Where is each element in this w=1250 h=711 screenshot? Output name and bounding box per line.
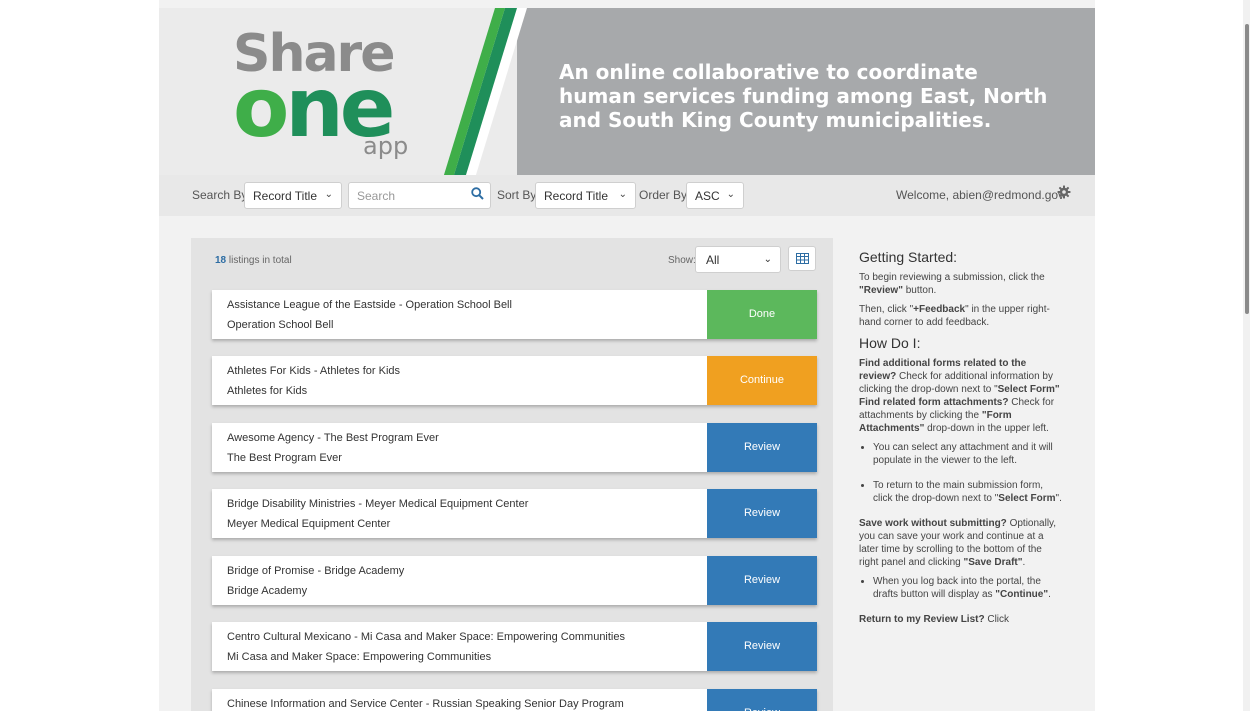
save-work-paragraph: Save work without submitting? Optionally… (859, 517, 1064, 569)
listing-subtitle: Athletes for Kids (227, 385, 308, 397)
listings-panel: 18 listings in total Show: All ⌄ Assista… (191, 238, 833, 711)
sort-by-select[interactable]: Record Title ⌄ (535, 182, 636, 209)
help-text: ". (1055, 493, 1062, 504)
listing-title: Athletes For Kids - Athletes for Kids (227, 365, 401, 377)
how-do-i-heading: How Do I: (859, 335, 921, 351)
chevron-down-icon: ⌄ (763, 254, 772, 265)
search-placeholder: Search (357, 189, 396, 203)
chevron-down-icon: ⌄ (726, 189, 735, 200)
listing-card: Assistance League of the Eastside - Oper… (212, 290, 817, 339)
viewport: Share one app An online collaborative to… (0, 0, 1250, 711)
listing-card: Awesome Agency - The Best Program Ever T… (212, 423, 817, 472)
help-text: To begin reviewing a submission, click t… (859, 272, 1045, 283)
listing-title: Assistance League of the Eastside - Oper… (227, 299, 512, 311)
logo-one-o: o (233, 61, 289, 156)
listing-card: Chinese Information and Service Center -… (212, 689, 817, 711)
listing-subtitle: Mi Casa and Maker Space: Empowering Comm… (227, 651, 492, 663)
listing-title: Bridge Disability Ministries - Meyer Med… (227, 498, 529, 510)
continue-button[interactable]: Continue (707, 356, 817, 405)
listing-title: Awesome Agency - The Best Program Ever (227, 432, 439, 444)
help-bold-text: "Save Draft" (963, 557, 1023, 568)
search-by-label: Search By (192, 188, 248, 202)
scrollbar-thumb[interactable] (1245, 24, 1249, 314)
list-item: When you log back into the portal, the d… (873, 575, 1064, 601)
help-text: . (1022, 557, 1026, 568)
grid-view-button[interactable] (788, 246, 816, 271)
help-text: drop-down in the upper left. (924, 423, 1049, 434)
return-paragraph: Return to my Review List? Click (859, 613, 1064, 626)
search-toolbar: Search By Record Title ⌄ Search Sort By … (159, 175, 1095, 216)
listing-card: Centro Cultural Mexicano - Mi Casa and M… (212, 622, 817, 671)
review-button[interactable]: Review (707, 423, 817, 472)
attachment-tips-list: You can select any attachment and it wil… (873, 441, 1064, 505)
review-button[interactable]: Review (707, 489, 817, 538)
help-text: Then, click " (859, 304, 914, 315)
find-forms-paragraph: Find additional forms related to the rev… (859, 357, 1064, 435)
grid-icon (796, 253, 809, 264)
show-select[interactable]: All ⌄ (695, 246, 781, 273)
search-by-select[interactable]: Record Title ⌄ (244, 182, 342, 209)
header-banner: Share one app An online collaborative to… (159, 8, 1095, 175)
listing-subtitle: Operation School Bell (227, 319, 334, 331)
chevron-down-icon: ⌄ (324, 189, 333, 200)
banner-dark-green-stripe (453, 8, 517, 175)
help-text: button. (902, 285, 937, 296)
listing-subtitle: Bridge Academy (227, 585, 308, 597)
logo-app-text: app (363, 132, 409, 160)
order-by-label: Order By (639, 188, 688, 202)
listing-card: Athletes For Kids - Athletes for Kids At… (212, 356, 817, 405)
help-bold-text: "Review" (859, 285, 903, 296)
done-button[interactable]: Done (707, 290, 817, 339)
listings-count-suffix: listings in total (226, 255, 292, 266)
search-by-value: Record Title (253, 189, 318, 203)
gear-icon[interactable] (1057, 185, 1071, 202)
help-sidebar: Getting Started: To begin reviewing a su… (859, 249, 1064, 632)
welcome-text: Welcome, abien@redmond.gov (896, 188, 1065, 202)
listing-title: Bridge of Promise - Bridge Academy (227, 565, 405, 577)
listing-card: Bridge of Promise - Bridge Academy Bridg… (212, 556, 817, 605)
review-button[interactable]: Review (707, 622, 817, 671)
listing-title: Centro Cultural Mexicano - Mi Casa and M… (227, 631, 625, 643)
search-input[interactable]: Search (348, 182, 491, 209)
save-tips-list: When you log back into the portal, the d… (873, 575, 1064, 601)
show-value: All (706, 253, 720, 267)
help-bold-text: Save work without submitting? (859, 518, 1007, 529)
listing-subtitle: The Best Program Ever (227, 452, 342, 464)
help-bold-text: Return to my Review List? (859, 614, 985, 625)
list-item: To return to the main submission form, c… (873, 479, 1064, 505)
list-item: You can select any attachment and it wil… (873, 441, 1064, 467)
banner-tagline: An online collaborative to coordinate hu… (559, 60, 1048, 132)
chevron-down-icon: ⌄ (618, 189, 627, 200)
review-button[interactable]: Review (707, 689, 817, 711)
listing-title: Chinese Information and Service Center -… (227, 698, 624, 710)
getting-started-heading: Getting Started: (859, 249, 958, 265)
search-icon[interactable] (471, 187, 484, 203)
help-bold-text: Select Form (997, 384, 1055, 395)
help-text: . (1048, 589, 1051, 600)
sort-by-label: Sort By (497, 188, 537, 202)
page-container: Share one app An online collaborative to… (159, 0, 1095, 711)
help-bold-text: "Continue" (995, 589, 1049, 600)
listings-count: 18 listings in total (215, 255, 292, 266)
order-by-value: ASC (695, 189, 720, 203)
show-label: Show: (668, 255, 696, 266)
getting-started-step-2: Then, click "+Feedback" in the upper rig… (859, 303, 1064, 329)
help-bold-text: Select Form (998, 493, 1056, 504)
listing-subtitle: Meyer Medical Equipment Center (227, 518, 391, 530)
help-text: Click (984, 614, 1010, 625)
sort-by-value: Record Title (544, 189, 609, 203)
help-bold-text: +Feedback (913, 304, 966, 315)
getting-started-step-1: To begin reviewing a submission, click t… (859, 271, 1064, 297)
order-by-select[interactable]: ASC ⌄ (686, 182, 744, 209)
review-button[interactable]: Review (707, 556, 817, 605)
listings-count-number: 18 (215, 255, 227, 266)
listing-card: Bridge Disability Ministries - Meyer Med… (212, 489, 817, 538)
